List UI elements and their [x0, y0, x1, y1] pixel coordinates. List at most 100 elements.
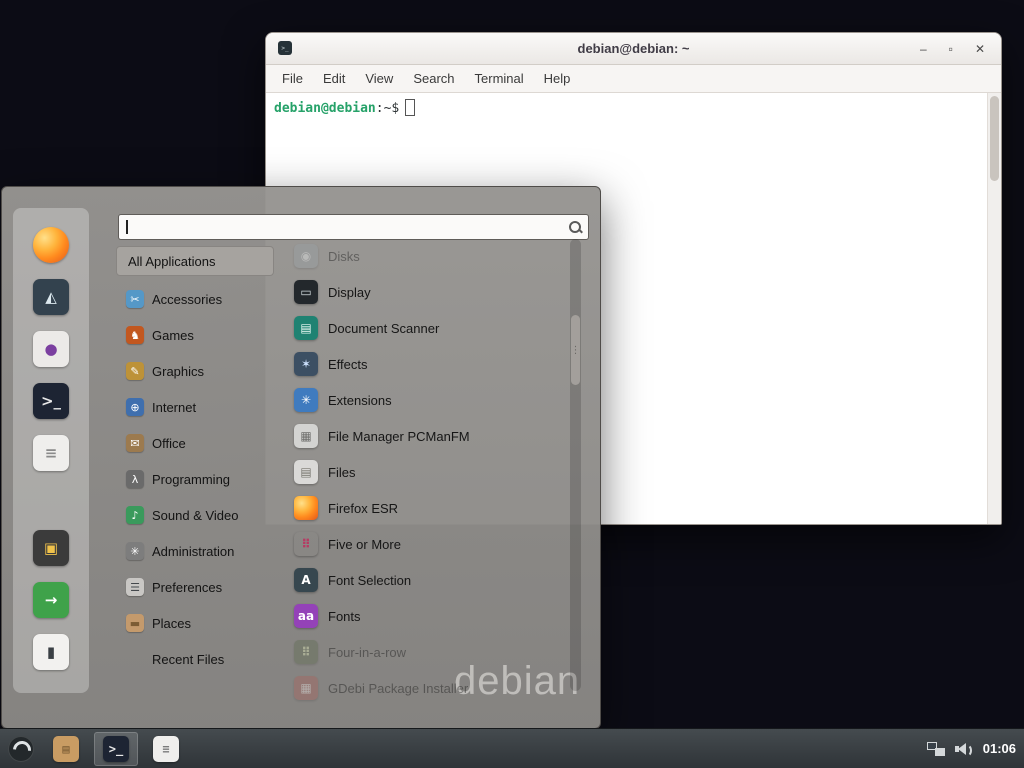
- category-places[interactable]: ▬ Places: [116, 605, 274, 641]
- gdebi-icon: ▦: [294, 676, 318, 700]
- app-font-selection[interactable]: A Font Selection: [284, 562, 572, 598]
- favorites-top: ◭ ● >_ ≡: [13, 227, 89, 471]
- category-games[interactable]: ♞ Games: [116, 317, 274, 353]
- category-label: All Applications: [128, 254, 215, 269]
- category-label: Administration: [152, 544, 234, 559]
- network-icon[interactable]: [927, 742, 945, 756]
- system-tray: 01:06: [927, 741, 1024, 756]
- search-input[interactable]: [129, 217, 563, 237]
- application-label: Files: [328, 465, 355, 480]
- chat-app-icon[interactable]: ●: [33, 331, 69, 367]
- task-buttons: ▤ >_ ≡: [44, 732, 188, 766]
- app-list-scrollbar[interactable]: ⋮: [570, 239, 581, 691]
- clock[interactable]: 01:06: [983, 741, 1016, 756]
- preferences-icon: ☰: [126, 578, 144, 596]
- terminal-icon[interactable]: >_: [33, 383, 69, 419]
- menubar-item[interactable]: Terminal: [465, 67, 534, 90]
- terminal-cursor: [405, 99, 415, 116]
- display-icon: ▭: [294, 280, 318, 304]
- firefox-esr-icon: [294, 496, 318, 520]
- application-label: Display: [328, 285, 371, 300]
- close-button[interactable]: ✕: [975, 43, 985, 55]
- app-files[interactable]: ▤ Files: [284, 454, 572, 490]
- menubar-item[interactable]: File: [272, 67, 313, 90]
- terminal-task[interactable]: >_: [94, 732, 138, 766]
- app-firefox-esr[interactable]: Firefox ESR: [284, 490, 572, 526]
- app-extensions[interactable]: ✳ Extensions: [284, 382, 572, 418]
- application-label: Five or More: [328, 537, 401, 552]
- scrollbar-thumb[interactable]: ⋮: [571, 315, 580, 385]
- menubar-item[interactable]: Edit: [313, 67, 355, 90]
- app-disks[interactable]: ◉ Disks: [284, 238, 572, 274]
- display-settings-icon[interactable]: ▣: [33, 530, 69, 566]
- category-label: Accessories: [152, 292, 222, 307]
- category-administration[interactable]: ✳ Administration: [116, 533, 274, 569]
- text-caret: [126, 220, 128, 234]
- text-editor-icon[interactable]: ≡: [33, 435, 69, 471]
- category-accessories[interactable]: ✂ Accessories: [116, 281, 274, 317]
- titlebar[interactable]: >_ debian@debian: ~ – ▫ ✕: [266, 33, 1001, 65]
- app-effects[interactable]: ✶ Effects: [284, 346, 572, 382]
- category-recent-files[interactable]: Recent Files: [116, 641, 274, 677]
- app-display[interactable]: ▭ Display: [284, 274, 572, 310]
- category-graphics[interactable]: ✎ Graphics: [116, 353, 274, 389]
- terminal-scrollbar[interactable]: [987, 93, 1001, 525]
- app-five-or-more[interactable]: ⠿ Five or More: [284, 526, 572, 562]
- category-programming[interactable]: λ Programming: [116, 461, 274, 497]
- application-label: File Manager PCManFM: [328, 429, 470, 444]
- menubar-item[interactable]: Help: [534, 67, 581, 90]
- category-internet[interactable]: ⊕ Internet: [116, 389, 274, 425]
- menubar-item[interactable]: View: [355, 67, 403, 90]
- app-gdebi[interactable]: ▦ GDebi Package Installer: [284, 670, 572, 706]
- category-office[interactable]: ✉ Office: [116, 425, 274, 461]
- sound-video-icon: ♪: [126, 506, 144, 524]
- app-file-manager-pcmanfm[interactable]: ▦ File Manager PCManFM: [284, 418, 572, 454]
- font-selection-icon: A: [294, 568, 318, 592]
- category-preferences[interactable]: ☰ Preferences: [116, 569, 274, 605]
- category-label: Internet: [152, 400, 196, 415]
- application-label: GDebi Package Installer: [328, 681, 468, 696]
- lock-screen-icon[interactable]: ▮: [33, 634, 69, 670]
- volume-icon[interactable]: [955, 742, 973, 756]
- administration-icon: ✳: [126, 542, 144, 560]
- application-label: Document Scanner: [328, 321, 439, 336]
- favorites-bottom: ▣ → ▮: [13, 530, 89, 670]
- search-box[interactable]: [118, 214, 589, 240]
- app-four-in-a-row[interactable]: ⠿ Four-in-a-row: [284, 634, 572, 670]
- category-label: Preferences: [152, 580, 222, 595]
- category-sound-video[interactable]: ♪ Sound & Video: [116, 497, 274, 533]
- games-icon: ♞: [126, 326, 144, 344]
- four-in-a-row-icon: ⠿: [294, 640, 318, 664]
- app-document-scanner[interactable]: ▤ Document Scanner: [284, 310, 572, 346]
- terminal-window-icon: >_: [278, 41, 292, 55]
- five-or-more-icon: ⠿: [294, 532, 318, 556]
- application-list: ◉ Disks ▭ Display ▤ Document Scanner ✶ E…: [284, 238, 572, 706]
- text-editor-task[interactable]: ≡: [144, 732, 188, 766]
- files-icon: ▤: [294, 460, 318, 484]
- logout-icon[interactable]: →: [33, 582, 69, 618]
- extensions-icon: ✳: [294, 388, 318, 412]
- menu-button[interactable]: [0, 729, 42, 768]
- firefox-icon[interactable]: [33, 227, 69, 263]
- app-fonts[interactable]: aa Fonts: [284, 598, 572, 634]
- category-label: Office: [152, 436, 186, 451]
- effects-icon: ✶: [294, 352, 318, 376]
- application-menu: debian ◭ ● >_ ≡ ▣ → ▮: [1, 186, 601, 729]
- menubar-item[interactable]: Search: [403, 67, 464, 90]
- maximize-button[interactable]: ▫: [949, 43, 953, 55]
- minimize-button[interactable]: –: [920, 43, 927, 55]
- application-label: Font Selection: [328, 573, 411, 588]
- file-manager-task[interactable]: ▤: [44, 732, 88, 766]
- search-icon: [568, 220, 582, 234]
- text-editor-icon: ≡: [153, 736, 179, 762]
- image-viewer-icon[interactable]: ◭: [33, 279, 69, 315]
- disks-icon: ◉: [294, 244, 318, 268]
- category-all-applications[interactable]: All Applications: [116, 246, 274, 276]
- prompt-path: :~$: [376, 101, 399, 116]
- category-label: Recent Files: [152, 652, 224, 667]
- window-title: debian@debian: ~: [578, 41, 690, 56]
- category-label: Places: [152, 616, 191, 631]
- terminal-scrollbar-thumb[interactable]: [990, 96, 999, 181]
- terminal-menubar: File Edit View Search Terminal Help: [266, 65, 1001, 93]
- application-label: Disks: [328, 249, 360, 264]
